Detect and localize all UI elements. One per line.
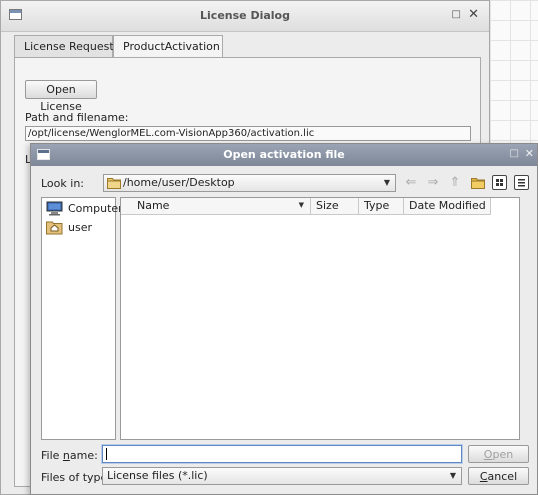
list-header: Name ▼ Size Type Date Modified (121, 198, 491, 215)
back-arrow-icon[interactable]: ⇐ (401, 173, 421, 193)
open-license-button[interactable]: Open License (25, 80, 97, 113)
computer-icon (46, 201, 63, 221)
column-label: Name (137, 199, 170, 212)
column-header-type[interactable]: Type (359, 198, 404, 214)
forward-arrow-icon[interactable]: ⇒ (423, 173, 443, 193)
files-of-type-label: Files of type: (41, 471, 112, 484)
files-of-type-value: License files (*.lic) (107, 469, 208, 482)
places-sidebar: Computer user (41, 197, 123, 440)
column-header-name[interactable]: Name ▼ (121, 198, 311, 214)
chevron-down-icon: ▼ (383, 178, 390, 187)
maximize-icon[interactable]: □ (452, 9, 461, 20)
close-icon[interactable]: ✕ (468, 7, 479, 22)
look-in-label: Look in: (41, 177, 84, 190)
home-folder-icon (46, 220, 63, 240)
column-header-size[interactable]: Size (311, 198, 359, 214)
path-label: Path and filename: (25, 111, 129, 124)
open-file-dialog: Open activation file □ ✕ Look in: /home/… (30, 143, 538, 495)
tab-product-activation[interactable]: ProductActivation (113, 35, 223, 58)
folder-icon (107, 177, 121, 194)
files-of-type-combo[interactable]: License files (*.lic) ▼ (102, 467, 462, 485)
tab-license-request[interactable]: License Request (14, 35, 114, 57)
open-button[interactable]: Open (468, 445, 529, 463)
file-list[interactable]: Name ▼ Size Type Date Modified (120, 197, 520, 440)
look-in-combo[interactable]: /home/user/Desktop ▼ (103, 174, 396, 192)
column-header-date-modified[interactable]: Date Modified (404, 198, 491, 214)
new-folder-icon[interactable] (468, 173, 488, 193)
sidebar-item-label: Computer (68, 202, 123, 215)
license-dialog-titlebar[interactable]: License Dialog □ ✕ (1, 1, 489, 32)
file-name-label: File name: (41, 449, 98, 462)
file-name-input[interactable] (102, 445, 462, 463)
file-dialog-titlebar[interactable]: Open activation file □ ✕ (31, 144, 537, 166)
cancel-button[interactable]: Cancel (468, 467, 529, 485)
path-field[interactable]: /opt/license/WenglorMEL.com-VisionApp360… (25, 126, 471, 141)
text-caret (106, 448, 107, 460)
sort-down-icon: ▼ (298, 201, 304, 209)
up-arrow-icon[interactable]: ⇑ (445, 173, 465, 193)
maximize-icon[interactable]: □ (510, 148, 519, 159)
license-dialog-title: License Dialog (200, 9, 290, 22)
detail-view-icon[interactable] (514, 175, 529, 190)
file-dialog-title: Open activation file (223, 148, 345, 161)
close-icon[interactable]: ✕ (525, 147, 534, 160)
look-in-value: /home/user/Desktop (123, 176, 235, 189)
sidebar-item-label: user (68, 221, 92, 234)
chevron-down-icon: ▼ (449, 471, 456, 480)
list-view-icon[interactable] (492, 175, 507, 190)
